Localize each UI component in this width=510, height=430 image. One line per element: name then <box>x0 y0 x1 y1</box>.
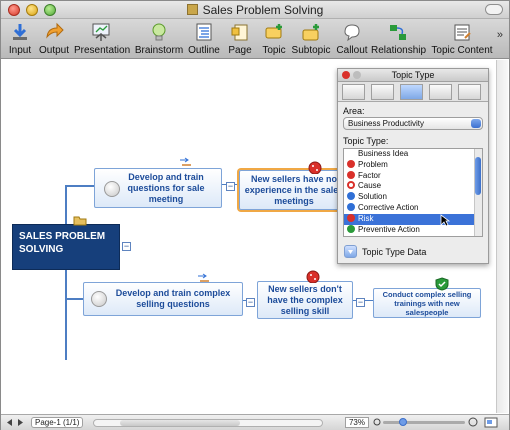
brainstorm-icon <box>152 23 166 41</box>
risk-icon <box>306 270 320 283</box>
topic-no-experience[interactable]: New sellers have no experience in the sa… <box>239 170 349 210</box>
zoom-slider[interactable] <box>383 418 465 426</box>
folder-icon <box>73 216 87 226</box>
topic-content-button[interactable]: Topic Content <box>431 20 493 58</box>
disclosure-triangle-icon <box>348 250 353 254</box>
list-item[interactable]: Cause <box>344 181 482 192</box>
topic-type-data-toggle[interactable] <box>344 245 357 258</box>
topic-content-icon <box>454 24 471 41</box>
relationship-button[interactable]: Relationship <box>371 20 426 58</box>
list-item[interactable]: Solution <box>344 192 482 203</box>
task-circle-icon <box>91 291 107 307</box>
palette-title-bar: Topic Type <box>338 69 488 82</box>
presentation-button[interactable]: Presentation <box>74 20 130 58</box>
toolbar-overflow-button[interactable]: » <box>497 29 503 41</box>
status-bar: Page-1 (1/1) 73% <box>1 414 509 430</box>
close-palette-button[interactable] <box>342 71 350 79</box>
central-topic[interactable]: SALES PROBLEM SOLVING <box>12 224 120 270</box>
chevron-updown-icon <box>471 119 481 128</box>
task-circle-icon <box>104 181 120 197</box>
collapse-toggle[interactable]: − <box>226 182 235 191</box>
collapse-toggle[interactable]: − <box>122 242 131 251</box>
palette-tabs <box>338 82 488 102</box>
collapse-toggle[interactable]: − <box>356 298 365 307</box>
horizontal-scrollbar[interactable] <box>93 419 323 427</box>
list-item[interactable]: Problem <box>344 159 482 171</box>
vertical-scrollbar[interactable] <box>496 60 508 413</box>
topic-type-data-label: Topic Type Data <box>362 247 427 257</box>
toolbar-toggle-button[interactable] <box>485 4 503 15</box>
tab-icons[interactable] <box>371 84 394 100</box>
page-button[interactable]: Page <box>227 20 253 58</box>
tab-topic-styles[interactable] <box>342 84 365 100</box>
title-bar: Sales Problem Solving <box>1 1 509 19</box>
zoom-in-icon[interactable] <box>468 417 478 428</box>
list-item[interactable]: Business Idea <box>344 149 482 160</box>
cause-icon <box>347 181 355 190</box>
topic-icon <box>265 24 282 39</box>
area-label: Area: <box>343 106 365 116</box>
toolbar: Input Output Presentation Brainstorm Out… <box>1 19 509 59</box>
problem-icon <box>347 159 355 168</box>
topic-type-palette: Topic Type Area: Business Productivity T… <box>337 68 489 264</box>
zoom-slider-thumb[interactable] <box>399 418 407 426</box>
map-overview-icon[interactable] <box>484 417 498 428</box>
input-icon <box>13 24 27 40</box>
presentation-icon <box>92 23 110 41</box>
outline-icon <box>196 23 212 41</box>
preventive-action-icon <box>347 224 355 233</box>
corrective-action-icon <box>347 202 355 211</box>
topic-button[interactable]: Topic <box>259 20 289 58</box>
area-select[interactable]: Business Productivity <box>343 117 483 130</box>
factor-icon <box>347 170 355 179</box>
tab-topic-type[interactable] <box>400 84 423 100</box>
connector-line <box>65 185 95 187</box>
zoom-level[interactable]: 73% <box>345 417 369 428</box>
minimize-palette-button[interactable] <box>353 71 361 79</box>
page-selector[interactable]: Page-1 (1/1) <box>31 417 83 428</box>
page-icon <box>231 24 248 41</box>
topic-conduct-trainings[interactable]: Conduct complex selling trainings with n… <box>373 288 481 318</box>
solution-icon <box>347 192 355 201</box>
preventive-action-icon <box>435 277 449 291</box>
window-title: Sales Problem Solving <box>1 3 509 17</box>
risk-icon <box>308 161 322 174</box>
list-item[interactable]: Corrective Action <box>344 202 482 214</box>
list-item[interactable]: Factor <box>344 170 482 182</box>
callout-icon <box>344 24 360 42</box>
list-item-selected[interactable]: Risk <box>344 213 482 227</box>
list-item[interactable]: Preventive Action <box>344 224 482 236</box>
brainstorm-button[interactable]: Brainstorm <box>134 20 184 58</box>
list-scroll-thumb[interactable] <box>475 157 481 195</box>
next-page-icon[interactable] <box>15 418 25 427</box>
collapse-toggle[interactable]: − <box>246 298 255 307</box>
topic-no-skill[interactable]: New sellers don't have the complex selli… <box>257 281 353 319</box>
output-button[interactable]: Output <box>37 20 71 58</box>
relationship-icon <box>390 25 406 40</box>
relationship-icon <box>198 273 209 282</box>
subtopic-button[interactable]: Subtopic <box>291 20 331 58</box>
document-icon <box>186 4 198 15</box>
tab-attachments[interactable] <box>429 84 452 100</box>
business-idea-icon <box>347 149 355 157</box>
outline-button[interactable]: Outline <box>187 20 221 58</box>
topic-type-label: Topic Type: <box>343 136 389 146</box>
app-window: Sales Problem Solving Input Output Prese… <box>0 0 510 430</box>
input-button[interactable]: Input <box>5 20 35 58</box>
previous-page-icon[interactable] <box>5 418 15 427</box>
zoom-out-icon[interactable] <box>373 418 381 427</box>
relationship-icon <box>180 157 191 166</box>
risk-icon <box>347 213 355 222</box>
topic-type-list: Business Idea Problem Factor Cause Solut… <box>343 148 483 237</box>
connector-line <box>65 185 67 360</box>
connector-line <box>65 298 83 300</box>
tab-notes[interactable] <box>458 84 481 100</box>
subtopic-icon <box>302 24 319 41</box>
topic-develop-complex[interactable]: Develop and train complex selling questi… <box>83 282 243 316</box>
list-scrollbar[interactable] <box>474 149 482 236</box>
callout-button[interactable]: Callout <box>335 20 369 58</box>
output-icon <box>46 22 64 39</box>
horizontal-scroll-thumb[interactable] <box>120 420 240 426</box>
